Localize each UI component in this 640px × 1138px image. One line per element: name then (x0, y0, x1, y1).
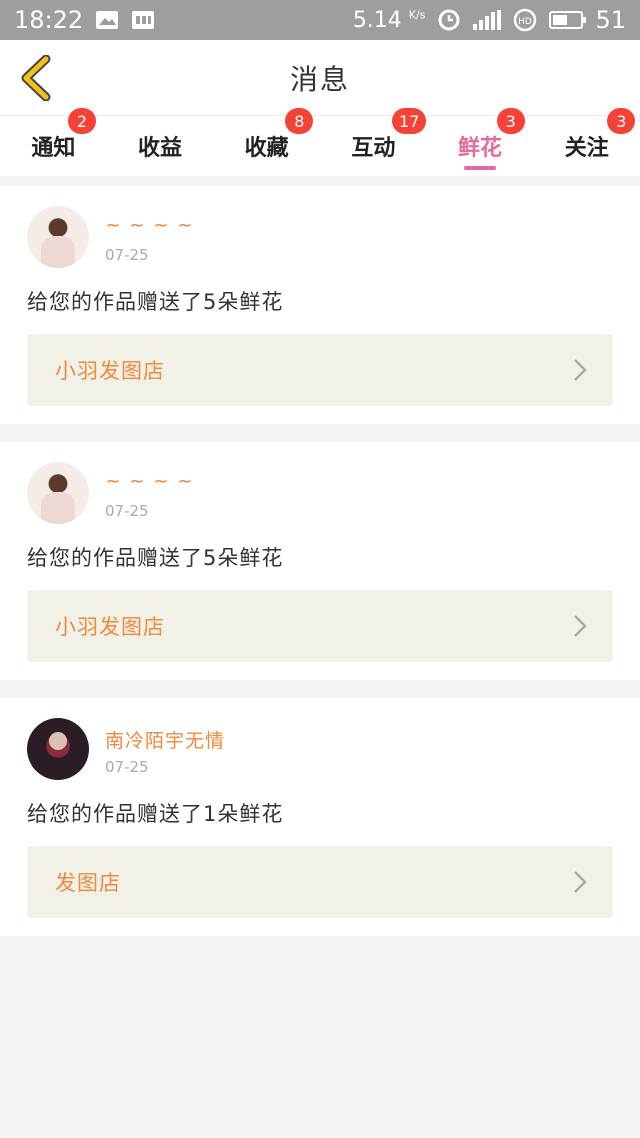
sender-name[interactable]: ~ ~ ~ ~ (105, 470, 194, 494)
signal-icon (473, 10, 502, 30)
shop-name: 发图店 (55, 871, 121, 895)
message-text: 给您的作品赠送了1朵鲜花 (27, 802, 284, 826)
tab-label: 收益 (138, 136, 183, 161)
chevron-right-icon (573, 614, 587, 638)
avatar[interactable] (27, 462, 89, 524)
tab-label: 通知 (31, 136, 76, 161)
avatar[interactable] (27, 206, 89, 268)
tab-label: 收藏 (244, 136, 289, 161)
tab-earnings[interactable]: 收益 (107, 116, 214, 176)
message-card: ~ ~ ~ ~ 07-25 给您的作品赠送了5朵鲜花 小羽发图店 (0, 442, 640, 680)
shop-link[interactable]: 小羽发图店 (27, 590, 613, 662)
avatar[interactable] (27, 718, 89, 780)
unread-badge: 8 (285, 108, 314, 134)
message-card: ~ ~ ~ ~ 07-25 给您的作品赠送了5朵鲜花 小羽发图店 (0, 186, 640, 424)
battery-level: 51 (595, 6, 626, 34)
image-notification-icon (95, 10, 119, 30)
message-date: 07-25 (105, 246, 149, 264)
message-date: 07-25 (105, 502, 149, 520)
back-button[interactable] (14, 54, 58, 102)
tab-notifications[interactable]: 通知 2 (0, 108, 107, 176)
message-text: 给您的作品赠送了5朵鲜花 (27, 546, 284, 570)
alarm-icon (437, 8, 461, 32)
network-speed-value: 5.14 (352, 7, 402, 33)
network-speed: 5.14 K/s (353, 8, 426, 33)
tab-label: 鲜花 (458, 136, 503, 161)
unread-badge: 3 (496, 108, 525, 134)
shop-link[interactable]: 发图店 (27, 846, 613, 918)
message-text: 给您的作品赠送了5朵鲜花 (27, 290, 284, 314)
message-card: 南冷陌宇无情 07-25 给您的作品赠送了1朵鲜花 发图店 (0, 698, 640, 936)
app-header: 消息 (0, 40, 640, 116)
unread-badge: 3 (607, 108, 636, 134)
sim-notification-icon (131, 10, 155, 30)
shop-link[interactable]: 小羽发图店 (27, 334, 613, 406)
tab-bar: 通知 2 收益 收藏 8 互动 17 鲜花 3 关注 3 (0, 108, 640, 176)
chevron-left-icon (21, 55, 51, 101)
tab-label: 关注 (564, 136, 609, 161)
page-title: 消息 (289, 62, 350, 96)
chevron-right-icon (573, 870, 587, 894)
tab-following[interactable]: 关注 3 (533, 108, 640, 176)
unread-badge: 2 (68, 108, 96, 134)
shop-name: 小羽发图店 (55, 615, 165, 639)
network-speed-unit: K/s (408, 8, 426, 22)
sender-name[interactable]: ~ ~ ~ ~ (105, 214, 194, 238)
unread-badge: 17 (392, 108, 427, 134)
tab-favorites[interactable]: 收藏 8 (213, 108, 320, 176)
svg-text:HD: HD (519, 17, 533, 27)
status-bar: 18:22 5.14 K/s HD 51 (0, 0, 640, 40)
tab-label: 互动 (351, 136, 396, 161)
shop-name: 小羽发图店 (55, 359, 165, 383)
active-tab-indicator (464, 166, 497, 170)
chevron-right-icon (573, 358, 587, 382)
sender-name[interactable]: 南冷陌宇无情 (105, 726, 225, 752)
status-time: 18:22 (14, 6, 84, 34)
battery-icon (549, 11, 587, 29)
message-date: 07-25 (105, 758, 149, 776)
hd-icon: HD (513, 8, 537, 32)
tab-interactions[interactable]: 互动 17 (320, 108, 427, 176)
tab-flowers[interactable]: 鲜花 3 (427, 108, 534, 176)
